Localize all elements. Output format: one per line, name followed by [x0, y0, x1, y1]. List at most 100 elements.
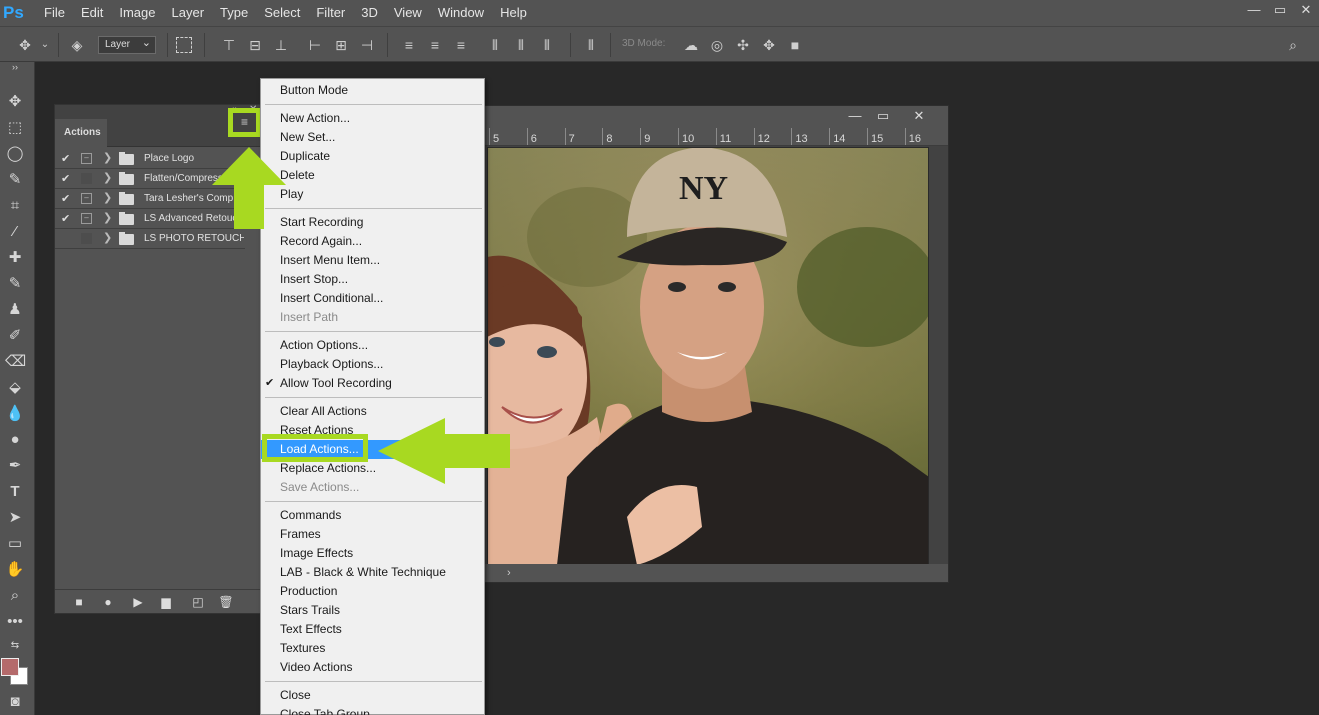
menu-item-commands[interactable]: Commands — [261, 506, 484, 525]
toggle-dialog-icon[interactable]: – — [81, 193, 92, 204]
chevron-right-icon[interactable]: ❯ — [103, 151, 112, 164]
transform-controls-icon[interactable] — [176, 37, 192, 53]
restore-button[interactable]: ▭ — [1267, 0, 1293, 22]
dodge-tool-icon[interactable]: ● — [5, 430, 25, 450]
quick-selection-tool-icon[interactable]: ✎ — [5, 170, 25, 190]
align-top-icon[interactable]: ⊤ — [220, 36, 238, 54]
marquee-tool-icon[interactable]: ⬚ — [5, 118, 25, 138]
menu-image[interactable]: Image — [111, 0, 163, 26]
menu-item-text-effects[interactable]: Text Effects — [261, 620, 484, 639]
3d-roll-icon[interactable]: ◎ — [708, 36, 726, 54]
toggle-item-checkbox[interactable]: ✔ — [61, 192, 73, 206]
distribute-top-icon[interactable]: ≡ — [400, 36, 418, 54]
distribute-bottom-icon[interactable]: ≡ — [452, 36, 470, 54]
path-selection-tool-icon[interactable]: ➤ — [5, 508, 25, 528]
menu-item-new-action[interactable]: New Action... — [261, 109, 484, 128]
swap-colors-icon[interactable]: ⇆ — [5, 636, 25, 656]
menu-item-duplicate[interactable]: Duplicate — [261, 147, 484, 166]
align-bottom-icon[interactable]: ⊥ — [272, 36, 290, 54]
menu-item-start-recording[interactable]: Start Recording — [261, 213, 484, 232]
auto-select-target-dropdown[interactable]: Layer — [98, 35, 156, 54]
move-tool-icon[interactable]: ✥ — [5, 92, 25, 112]
status-expand-icon[interactable]: › — [507, 567, 511, 579]
doc-maximize-button[interactable]: ▭ — [869, 106, 897, 126]
clone-stamp-tool-icon[interactable]: ♟ — [5, 300, 25, 320]
doc-minimize-button[interactable]: — — [841, 106, 869, 126]
toggle-item-checkbox[interactable]: ✔ — [61, 212, 73, 226]
panel-menu-button[interactable]: ≡ — [228, 108, 261, 137]
tool-preset-chevron-icon[interactable]: ⌄ — [36, 36, 54, 54]
3d-scale-icon[interactable]: ■ — [786, 36, 804, 54]
align-left-icon[interactable]: ⊢ — [306, 36, 324, 54]
align-hcenter-icon[interactable]: ⊞ — [332, 36, 350, 54]
menu-item-play[interactable]: Play — [261, 185, 484, 204]
menu-filter[interactable]: Filter — [308, 0, 353, 26]
hand-tool-icon[interactable]: ✋ — [5, 560, 25, 580]
align-right-icon[interactable]: ⊣ — [358, 36, 376, 54]
eraser-tool-icon[interactable]: ⌫ — [5, 352, 26, 372]
history-brush-tool-icon[interactable]: ✐ — [5, 326, 25, 346]
minimize-button[interactable]: — — [1241, 0, 1267, 22]
toggle-item-checkbox[interactable]: ✔ — [61, 152, 73, 166]
menu-item-close-tab-group[interactable]: Close Tab Group — [261, 705, 484, 715]
toggle-dialog-icon[interactable] — [81, 173, 92, 184]
foreground-color-swatch[interactable] — [1, 658, 19, 676]
menu-3d[interactable]: 3D — [353, 0, 386, 26]
menu-item-insert-conditional[interactable]: Insert Conditional... — [261, 289, 484, 308]
chevron-right-icon[interactable]: ❯ — [103, 191, 112, 204]
menu-item-delete[interactable]: Delete — [261, 166, 484, 185]
menu-item-record-again[interactable]: Record Again... — [261, 232, 484, 251]
menu-item-insert-stop[interactable]: Insert Stop... — [261, 270, 484, 289]
auto-select-icon[interactable]: ◈ — [68, 36, 86, 54]
toggle-dialog-icon[interactable]: – — [81, 153, 92, 164]
menu-item-image-effects[interactable]: Image Effects — [261, 544, 484, 563]
doc-close-button[interactable]: ✕ — [905, 106, 933, 126]
menu-help[interactable]: Help — [492, 0, 535, 26]
healing-brush-tool-icon[interactable]: ✚ — [5, 248, 25, 268]
paint-bucket-tool-icon[interactable]: ⬙ — [5, 378, 25, 398]
align-vcenter-icon[interactable]: ⊟ — [246, 36, 264, 54]
menu-layer[interactable]: Layer — [164, 0, 213, 26]
menu-file[interactable]: File — [36, 0, 73, 26]
record-icon[interactable]: ● — [100, 594, 116, 610]
toggle-item-checkbox[interactable] — [61, 232, 73, 246]
distribute-right-icon[interactable]: ⦀ — [538, 36, 556, 54]
chevron-right-icon[interactable]: ❯ — [103, 231, 112, 244]
menu-item-production[interactable]: Production — [261, 582, 484, 601]
menu-item-button-mode[interactable]: Button Mode — [261, 81, 484, 100]
action-set-row[interactable]: ❯ LS PHOTO RETOUCH — [55, 229, 245, 249]
play-icon[interactable]: ▶ — [130, 594, 146, 610]
distribute-hcenter-icon[interactable]: ⦀ — [512, 36, 530, 54]
menu-item-playback-options[interactable]: Playback Options... — [261, 355, 484, 374]
toggle-item-checkbox[interactable]: ✔ — [61, 172, 73, 186]
3d-slide-icon[interactable]: ✥ — [760, 36, 778, 54]
type-tool-icon[interactable]: T — [5, 482, 25, 502]
tab-actions[interactable]: Actions — [55, 119, 107, 147]
close-app-button[interactable]: ✕ — [1293, 0, 1319, 22]
menu-select[interactable]: Select — [256, 0, 308, 26]
chevron-right-icon[interactable]: ❯ — [103, 211, 112, 224]
trash-icon[interactable]: 🗑 — [218, 594, 234, 610]
toggle-dialog-icon[interactable] — [81, 233, 92, 244]
brush-tool-icon[interactable]: ✎ — [5, 274, 25, 294]
search-icon[interactable]: ⌕ — [1284, 36, 1302, 54]
menu-item-frames[interactable]: Frames — [261, 525, 484, 544]
menu-window[interactable]: Window — [430, 0, 492, 26]
new-action-icon[interactable]: ◰ — [190, 594, 206, 610]
distribute-vcenter-icon[interactable]: ≡ — [426, 36, 444, 54]
distribute-left-icon[interactable]: ⦀ — [486, 36, 504, 54]
menu-item-action-options[interactable]: Action Options... — [261, 336, 484, 355]
toggle-dialog-icon[interactable]: – — [81, 213, 92, 224]
new-set-icon[interactable]: ▆ — [158, 594, 174, 610]
menu-item-close[interactable]: Close — [261, 686, 484, 705]
auto-align-icon[interactable]: ⫴ — [582, 36, 600, 54]
chevron-right-icon[interactable]: ❯ — [103, 171, 112, 184]
pen-tool-icon[interactable]: ✒ — [5, 456, 25, 476]
menu-item-allow-tool-recording[interactable]: ✔ Allow Tool Recording — [261, 374, 484, 393]
rectangle-tool-icon[interactable]: ▭ — [5, 534, 25, 554]
move-tool-icon[interactable]: ✥ — [16, 36, 34, 54]
menu-item-video-actions[interactable]: Video Actions — [261, 658, 484, 677]
zoom-tool-icon[interactable]: ⌕ — [5, 586, 25, 606]
more-tools-icon[interactable]: ••• — [5, 612, 25, 632]
lasso-tool-icon[interactable]: ◯ — [5, 144, 25, 164]
